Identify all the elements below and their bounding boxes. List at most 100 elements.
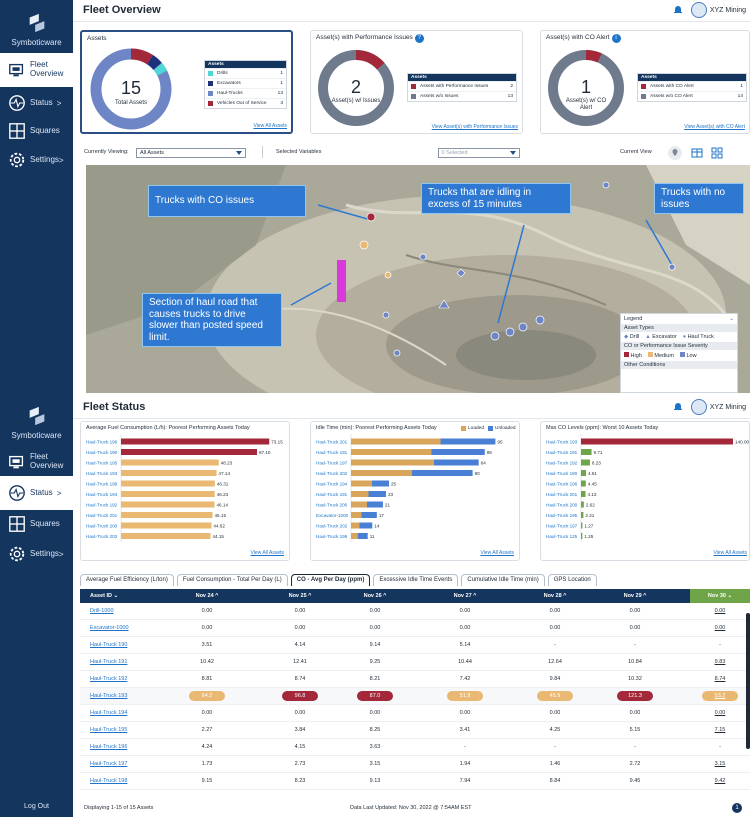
nav-fleet-overview[interactable]: Fleet Overview: [0, 53, 73, 87]
variables-select[interactable]: 0 Selected: [437, 148, 520, 158]
asset-id-link[interactable]: Haul-Truck 196: [90, 744, 127, 750]
table-cell[interactable]: 3.15: [685, 761, 750, 767]
category-label[interactable]: Haul-Truck 191: [316, 450, 348, 455]
asset-id-link[interactable]: Haul-Truck 195: [90, 727, 127, 733]
view-co-alert-link[interactable]: View Asset(s) with CO Alert: [684, 124, 745, 130]
viewing-select[interactable]: All Assets: [136, 148, 246, 158]
asset-id-link[interactable]: Drill-1000: [90, 608, 114, 614]
category-label[interactable]: Haul-Truck 190: [86, 450, 118, 455]
col-nov26[interactable]: Nov 26 ^: [340, 593, 410, 599]
asset-id-link[interactable]: Haul-Truck 191: [90, 659, 127, 665]
table-cell[interactable]: 9.83: [685, 659, 750, 665]
category-label[interactable]: Haul-Truck 201: [316, 440, 348, 445]
table-icon[interactable]: [690, 146, 704, 160]
page-1-button[interactable]: 1: [732, 803, 742, 813]
table-cell[interactable]: 7.15: [685, 727, 750, 733]
category-label[interactable]: Haul-Truck 192: [86, 503, 118, 508]
col-nov28[interactable]: Nov 28 ^: [520, 593, 590, 599]
asset-id-link[interactable]: Haul-Truck 197: [90, 761, 127, 767]
bar: [121, 480, 215, 487]
category-label[interactable]: Haul-Truck 191: [546, 450, 578, 455]
co-highlight-pill[interactable]: 53.2: [702, 691, 738, 701]
view-all-assets-link[interactable]: View All Assets: [480, 550, 514, 556]
col-nov29[interactable]: Nov 29 ^: [600, 593, 670, 599]
value-label: 95: [497, 440, 503, 445]
logout-link[interactable]: Log Out: [0, 803, 73, 810]
idle-time-card: Idle Time (min): Poorest Performing Asse…: [310, 421, 520, 561]
col-nov24[interactable]: Nov 24 ^: [172, 593, 242, 599]
category-label[interactable]: Excavator-1000: [316, 513, 349, 518]
bell-icon[interactable]: [673, 402, 683, 412]
bell-icon[interactable]: [673, 5, 683, 15]
value-label: 8.23: [592, 461, 601, 466]
category-label[interactable]: Haul-Truck 191: [316, 492, 348, 497]
category-label[interactable]: Haul-Truck 201: [86, 513, 118, 518]
tab-fuel-consumption[interactable]: Fuel Consumption - Total Per Day (L): [176, 574, 288, 586]
user-menu[interactable]: XYZ Mining: [673, 399, 746, 415]
category-label[interactable]: Haul-Truck 199: [316, 534, 348, 539]
category-label[interactable]: Haul-Truck 197: [316, 461, 348, 466]
asset-id-link[interactable]: Haul-Truck 192: [90, 676, 127, 682]
map-pin-icon[interactable]: [668, 146, 682, 160]
help-icon[interactable]: ?: [414, 34, 424, 43]
tab-excessive-idle[interactable]: Excessive Idle Time Events: [373, 574, 459, 586]
category-label[interactable]: Haul-Truck 200: [546, 503, 578, 508]
table-cell[interactable]: 0.00: [685, 625, 750, 631]
category-label[interactable]: Haul-Truck 202: [86, 534, 118, 539]
category-label[interactable]: Haul-Truck 198: [86, 482, 118, 487]
category-label[interactable]: Haul-Truck 190: [546, 471, 578, 476]
category-label[interactable]: Haul-Truck 196: [546, 482, 578, 487]
table-cell: 0.00: [369, 625, 381, 631]
avatar[interactable]: [690, 2, 707, 18]
category-label[interactable]: Haul-Truck 200: [86, 524, 118, 529]
view-all-assets-link[interactable]: View All Assets: [253, 123, 287, 129]
table-cell[interactable]: 0.00: [685, 608, 750, 614]
col-asset-id[interactable]: Asset ID ⌄: [90, 593, 118, 599]
category-label[interactable]: Haul-Truck 197: [546, 524, 578, 529]
tab-gps-location[interactable]: GPS Location: [547, 574, 597, 586]
nav-fleet-overview[interactable]: Fleet Overview: [0, 445, 73, 479]
view-all-assets-link[interactable]: View All Assets: [250, 550, 284, 556]
view-performance-link[interactable]: View Asset(s) with Performance Issues: [432, 124, 518, 130]
table-cell[interactable]: 9.42: [685, 778, 750, 784]
avatar[interactable]: [690, 399, 707, 415]
info-icon[interactable]: i: [611, 34, 621, 43]
asset-id-link[interactable]: Haul-Truck 190: [90, 642, 127, 648]
category-label[interactable]: Haul-Truck 195: [86, 461, 118, 466]
category-label[interactable]: Haul-Truck 194: [86, 492, 118, 497]
table-cell[interactable]: 0.00: [685, 710, 750, 716]
nav-status[interactable]: Status >: [0, 476, 73, 510]
category-label[interactable]: Haul-Truck 193: [546, 440, 578, 445]
asset-id-link[interactable]: Excavator-1000: [90, 625, 129, 631]
category-label[interactable]: Haul-Truck 202: [316, 471, 348, 476]
table-cell[interactable]: 8.74: [685, 676, 750, 682]
chevron-down-icon[interactable]: ⌄: [729, 316, 734, 322]
nav-settings[interactable]: Settings >: [0, 143, 73, 177]
category-label[interactable]: Haul-Truck 194: [316, 482, 348, 487]
category-label[interactable]: Haul-Truck 193: [86, 471, 118, 476]
category-label[interactable]: Haul-Truck 202: [316, 524, 348, 529]
view-all-assets-link[interactable]: View All Assets: [713, 550, 747, 556]
col-nov30[interactable]: Nov 30 ⌄: [685, 593, 750, 599]
category-label[interactable]: Haul-Truck 125: [546, 534, 578, 539]
tab-co-avg[interactable]: CO - Avg Per Day (ppm): [290, 574, 371, 586]
scrollbar[interactable]: [746, 613, 750, 749]
asset-id-link[interactable]: Haul-Truck 194: [90, 710, 127, 716]
nav-settings[interactable]: Settings >: [0, 537, 73, 571]
col-nov27[interactable]: Nov 27 ^: [430, 593, 500, 599]
category-label[interactable]: Haul-Truck 200: [316, 503, 348, 508]
category-label[interactable]: Haul-Truck 192: [546, 461, 578, 466]
tab-cumulative-idle[interactable]: Cumulative Idle Time (min): [461, 574, 545, 586]
tab-fuel-efficiency[interactable]: Average Fuel Efficiency (L/ton): [80, 574, 174, 586]
table-cell: 96.8: [265, 691, 335, 701]
category-label[interactable]: Haul-Truck 196: [86, 440, 118, 445]
asset-id-link[interactable]: Haul-Truck 198: [90, 778, 127, 784]
nav-squares[interactable]: Squares: [0, 507, 73, 541]
category-label[interactable]: Haul-Truck 201: [546, 492, 578, 497]
grid-icon[interactable]: [710, 146, 724, 160]
col-nov25[interactable]: Nov 25 ^: [265, 593, 335, 599]
asset-id-link[interactable]: Haul-Truck 193: [90, 693, 127, 699]
user-menu[interactable]: XYZ Mining: [673, 2, 746, 18]
table-cell: 2.72: [629, 761, 641, 767]
category-label[interactable]: Haul-Truck 195: [546, 513, 578, 518]
